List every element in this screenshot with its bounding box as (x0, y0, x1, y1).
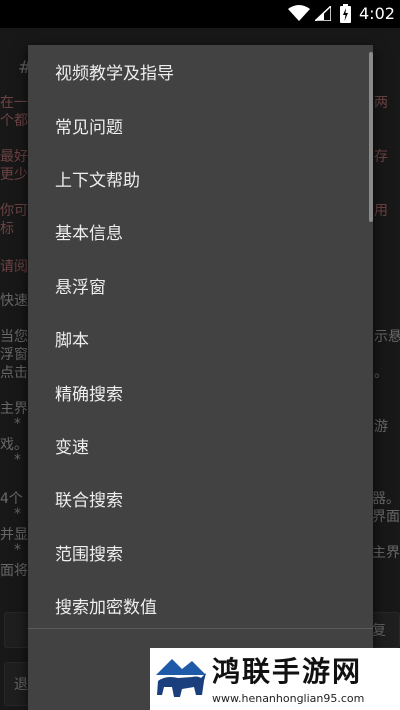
menu-item-basic-info[interactable]: 基本信息 (28, 205, 373, 258)
menu-item-range-search[interactable]: 范围搜索 (28, 526, 373, 579)
menu-item-floating-window[interactable]: 悬浮窗 (28, 259, 373, 312)
menu-item-label: 变速 (55, 437, 89, 458)
menu-item-label: 视频教学及指导 (55, 64, 174, 85)
menu-item-label: 联合搜索 (55, 491, 123, 512)
menu-item-group-search[interactable]: 联合搜索 (28, 472, 373, 525)
menu-divider (28, 628, 373, 629)
menu-item-exact-search[interactable]: 精确搜索 (28, 365, 373, 418)
menu-scrollbar[interactable] (369, 52, 373, 222)
menu-item-video-tutorial[interactable]: 视频教学及指导 (28, 45, 373, 98)
wifi-icon (288, 5, 310, 25)
menu-item-encrypted-search[interactable]: 搜索加密数值 (28, 579, 373, 632)
menu-item-label: 悬浮窗 (55, 277, 106, 298)
battery-charging-icon (340, 4, 351, 27)
menu-item-label: 基本信息 (55, 224, 123, 245)
watermark: 鸿联手游网 www.henanhonglian95.com (150, 648, 400, 710)
menu-item-script[interactable]: 脚本 (28, 312, 373, 365)
status-bar: 4:02 (0, 0, 400, 28)
menu-item-label: 上下文帮助 (55, 170, 140, 191)
status-time: 4:02 (359, 4, 395, 23)
watermark-url: www.henanhonglian95.com (212, 692, 365, 705)
menu-item-label: 精确搜索 (55, 384, 123, 405)
menu-item-label: 搜索加密数值 (55, 598, 157, 619)
menu-item-label: 范围搜索 (55, 544, 123, 565)
menu-item-label: 脚本 (55, 331, 89, 352)
overflow-menu: 视频教学及指导 常见问题 上下文帮助 基本信息 悬浮窗 脚本 精确搜索 变速 联… (28, 45, 373, 710)
watermark-title: 鸿联手游网 (212, 655, 363, 688)
menu-item-label: 常见问题 (55, 117, 123, 138)
menu-item-faq[interactable]: 常见问题 (28, 98, 373, 151)
bull-logo-icon (152, 651, 208, 710)
menu-item-context-help[interactable]: 上下文帮助 (28, 152, 373, 205)
menu-item-speed-hack[interactable]: 变速 (28, 419, 373, 472)
menu-list: 视频教学及指导 常见问题 上下文帮助 基本信息 悬浮窗 脚本 精确搜索 变速 联… (28, 45, 373, 632)
signal-icon (313, 4, 332, 25)
